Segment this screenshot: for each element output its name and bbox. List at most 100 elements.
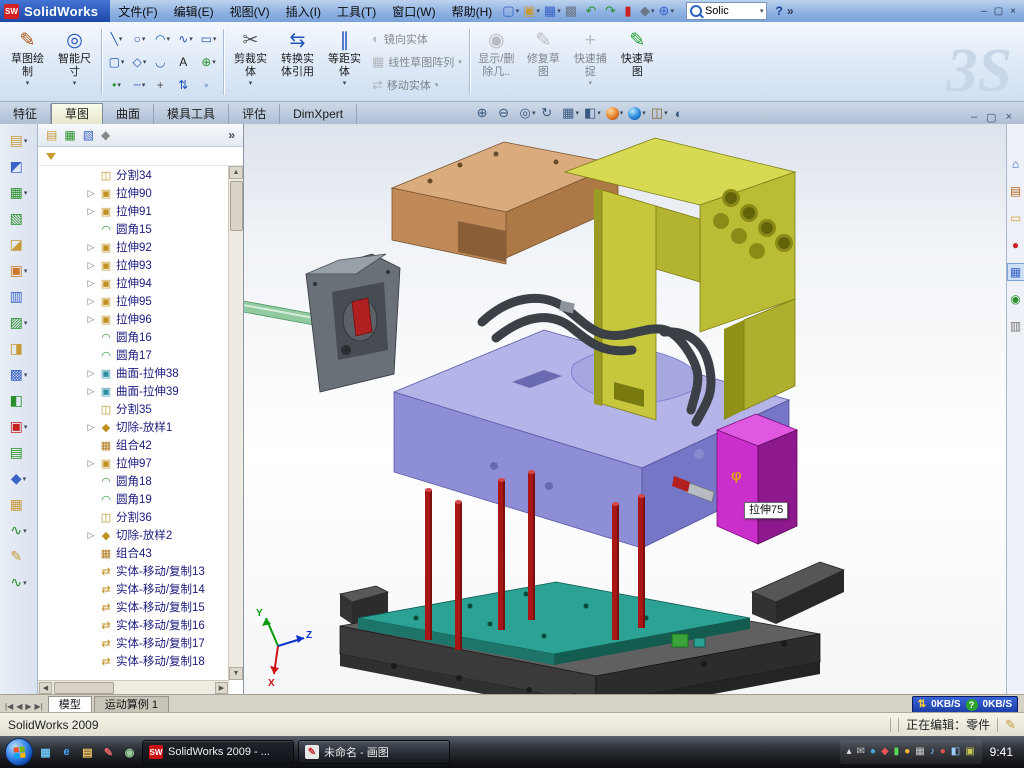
view-tool-button[interactable]: ⊖ ▾ <box>497 104 516 122</box>
sketch-entity-button[interactable]: ◠ ▾ <box>151 27 174 50</box>
left-toolbar-button[interactable]: ✎ ▾ <box>10 545 26 568</box>
scrollbar-thumb[interactable] <box>230 181 243 231</box>
filter-icon[interactable] <box>46 153 56 160</box>
feature-tree-item[interactable]: ▷ ⇄ 实体-移动/复制17 <box>86 634 229 652</box>
tab-nav-button[interactable]: |◀ <box>5 702 13 711</box>
manager-tab-icon[interactable]: ◆ <box>101 128 110 142</box>
chevron-down-icon[interactable]: ▾ <box>435 81 439 89</box>
left-toolbar-button[interactable]: ▦ ▾ <box>10 181 28 204</box>
chevron-down-icon[interactable]: ▾ <box>760 7 764 15</box>
left-toolbar-button[interactable]: ▦ ▾ <box>10 493 28 516</box>
feature-tree-item[interactable]: ▷ ◫ 分割34 <box>86 166 229 184</box>
task-pane-tab[interactable]: ▭ <box>1008 210 1024 226</box>
sketch-tool-button[interactable]: ✎ 修复草 图 ▾ <box>520 26 567 98</box>
sketch-tool-button[interactable]: ✎ 快速草 图 ▾ <box>614 26 661 98</box>
document-tab[interactable]: 模型 <box>48 696 92 713</box>
feature-tree-item[interactable]: ▷ ◠ 圆角18 <box>86 472 229 490</box>
commandmanager-tab[interactable]: 特征 <box>0 104 51 124</box>
quick-launch-button[interactable]: ◉ <box>121 744 138 761</box>
tree-horizontal-scrollbar[interactable]: ◀ ▶ <box>38 680 229 694</box>
chevron-down-icon[interactable]: ▾ <box>532 109 536 117</box>
chevron-down-icon[interactable]: ▾ <box>119 35 123 43</box>
commandmanager-tab[interactable]: DimXpert <box>280 104 357 124</box>
document-window-button[interactable]: – <box>971 111 977 124</box>
chevron-down-icon[interactable]: ▾ <box>213 35 217 43</box>
feature-tree-item[interactable]: ▷ ▣ 曲面-拉伸39 <box>86 382 229 400</box>
chevron-down-icon[interactable]: ▾ <box>642 109 646 117</box>
expander-icon[interactable]: ▷ <box>86 368 96 379</box>
tray-icon[interactable]: ◆ <box>881 747 889 757</box>
sketch-entity-button[interactable]: ◦ ▾ <box>197 73 220 96</box>
expander-icon[interactable]: ▷ <box>86 296 96 307</box>
standard-toolbar-button[interactable]: ↷ ▾ <box>603 2 622 20</box>
feature-tree-item[interactable]: ▷ ▣ 拉伸97 <box>86 454 229 472</box>
standard-toolbar-button[interactable]: ↶ ▾ <box>584 2 603 20</box>
task-pane-tab[interactable]: ▦ <box>1008 264 1024 280</box>
feature-tree-item[interactable]: ▷ ▣ 拉伸93 <box>86 256 229 274</box>
standard-toolbar-button[interactable]: ⊕ ▾ <box>657 2 676 20</box>
tray-icon[interactable]: ● <box>904 747 910 757</box>
expander-icon[interactable]: ▷ <box>86 206 96 217</box>
chevron-down-icon[interactable]: ▾ <box>142 35 146 43</box>
sketch-entity-button[interactable]: ○ ▾ <box>128 27 151 50</box>
task-pane-tab[interactable]: ▥ <box>1008 318 1024 334</box>
chevron-down-icon[interactable]: ▾ <box>651 7 655 15</box>
tree-vertical-scrollbar[interactable]: ▲ ▼ <box>228 166 243 680</box>
feature-tree-item[interactable]: ▷ ▣ 拉伸92 <box>86 238 229 256</box>
task-pane-tab[interactable]: ▤ <box>1008 183 1024 199</box>
chevron-down-icon[interactable]: ▾ <box>557 7 561 15</box>
sketch-entity-button[interactable]: ⇅ ▾ <box>174 73 197 96</box>
left-toolbar-button[interactable]: ◪ ▾ <box>10 233 28 256</box>
chevron-down-icon[interactable]: ▾ <box>343 79 347 87</box>
chevron-down-icon[interactable]: ▾ <box>24 267 28 275</box>
sketch-tool-button[interactable]: ◎ 智能尺 寸 ▾ <box>51 26 98 98</box>
tab-nav-button[interactable]: ◀ <box>16 702 22 711</box>
view-tool-button[interactable]: ◧ ▾ <box>583 104 602 122</box>
tray-icon[interactable]: ✉ <box>857 747 865 757</box>
sketch-entity-button[interactable]: ⊕ ▾ <box>197 50 220 73</box>
sketch-entity-button[interactable]: ∿ ▾ <box>174 27 197 50</box>
quick-launch-button[interactable]: ▦ <box>37 744 54 761</box>
left-toolbar-button[interactable]: ∿ ▾ <box>10 571 26 594</box>
part-magenta-block[interactable]: φ <box>717 414 797 544</box>
tray-icon[interactable]: ▴ <box>847 747 852 757</box>
sketch-tool-button[interactable]: ▦ 线性草图阵列 ▾ <box>368 51 466 73</box>
feature-tree-item[interactable]: ▷ ▦ 组合42 <box>86 436 229 454</box>
menu-item[interactable]: 工具(T) <box>329 1 384 22</box>
commandmanager-tab[interactable]: 模具工具 <box>154 104 229 124</box>
chevron-down-icon[interactable]: ▾ <box>121 58 125 66</box>
left-toolbar-button[interactable]: ◧ ▾ <box>10 389 28 412</box>
commandmanager-tab[interactable]: 曲面 <box>103 104 154 124</box>
chevron-down-icon[interactable]: ▾ <box>189 35 193 43</box>
sketch-tool-button[interactable]: + 快速捕 捉 ▾ <box>567 26 614 98</box>
chevron-down-icon[interactable]: ▾ <box>458 58 462 66</box>
chevron-down-icon[interactable]: ▾ <box>166 35 170 43</box>
feature-tree-item[interactable]: ▷ ▦ 组合43 <box>86 544 229 562</box>
expander-icon[interactable]: ▷ <box>86 260 96 271</box>
chevron-down-icon[interactable]: ▾ <box>589 79 593 87</box>
sketch-entity-button[interactable]: A ▾ <box>174 50 197 73</box>
left-toolbar-button[interactable]: ▣ ▾ <box>10 259 28 282</box>
window-control-button[interactable]: – <box>981 6 987 17</box>
net-help-icon[interactable]: ? <box>966 699 978 711</box>
expander-icon[interactable]: ▷ <box>86 422 96 433</box>
feature-tree-item[interactable]: ▷ ◠ 圆角16 <box>86 328 229 346</box>
task-pane-tab[interactable]: ⌂ <box>1008 156 1024 172</box>
sketch-tool-button[interactable]: ◉ 显示/删 除几.. ▾ <box>473 26 520 98</box>
chevron-down-icon[interactable]: ▾ <box>24 319 28 327</box>
taskbar-task-button[interactable]: ✎ 未命名 - 画图 <box>298 740 450 764</box>
commandmanager-tab[interactable]: 草图 <box>51 103 103 124</box>
window-control-button[interactable]: × <box>1010 6 1016 17</box>
chevron-down-icon[interactable]: ▾ <box>249 79 253 87</box>
left-toolbar-button[interactable]: ▤ ▾ <box>10 441 28 464</box>
chevron-down-icon[interactable]: ▾ <box>536 7 540 15</box>
feature-tree-item[interactable]: ▷ ▣ 拉伸91 <box>86 202 229 220</box>
scrollbar-thumb[interactable] <box>54 682 114 694</box>
chevron-down-icon[interactable]: ▾ <box>24 137 28 145</box>
menu-item[interactable]: 文件(F) <box>110 1 165 22</box>
standard-toolbar-button[interactable]: ▮ ▾ <box>622 2 638 20</box>
part-teal-block[interactable] <box>694 638 705 647</box>
scroll-right-icon[interactable]: ▶ <box>215 682 228 694</box>
manager-tab-icon[interactable]: ▤ <box>46 128 57 142</box>
tray-icon[interactable]: ♪ <box>930 747 935 757</box>
